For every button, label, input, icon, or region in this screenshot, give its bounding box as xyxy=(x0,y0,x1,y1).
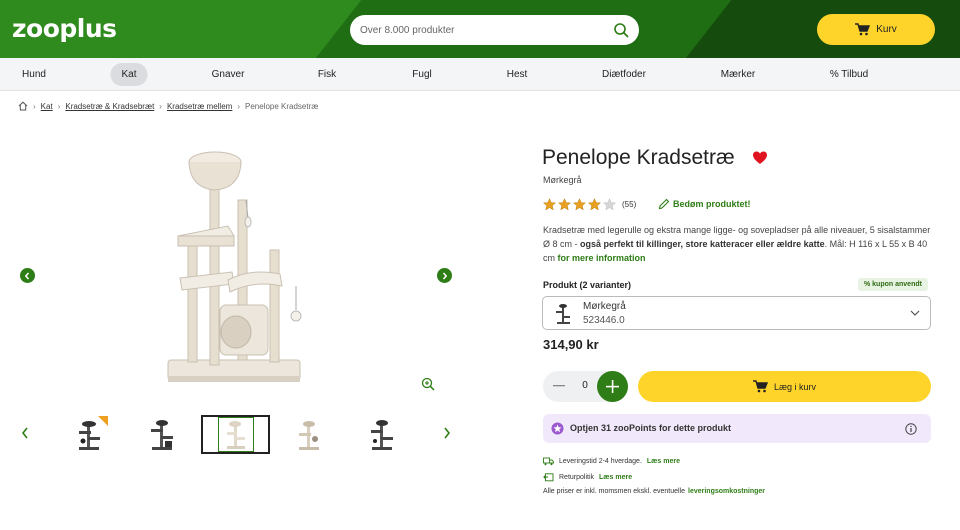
cart-icon xyxy=(752,380,768,393)
nav-item-fisk[interactable]: Fisk xyxy=(307,63,347,86)
chevron-left-icon xyxy=(24,271,30,280)
nav-item-gnaver[interactable]: Gnaver xyxy=(201,63,256,86)
chevron-down-icon xyxy=(910,310,920,316)
quantity-increase-button[interactable] xyxy=(597,371,628,402)
quantity-decrease-button[interactable] xyxy=(552,379,566,393)
nav-item-hund[interactable]: Hund xyxy=(11,63,57,86)
zoopoints-icon xyxy=(551,422,564,435)
chevron-right-icon: › xyxy=(159,101,162,111)
chevron-right-icon xyxy=(442,271,448,280)
star-empty-icon xyxy=(603,198,616,211)
truck-icon xyxy=(543,457,554,466)
add-to-cart-label: Læg i kurv xyxy=(773,381,817,392)
variant-name: Mørkegrå xyxy=(583,301,626,312)
heart-icon[interactable] xyxy=(752,150,768,166)
rating-stars[interactable] xyxy=(543,198,616,211)
breadcrumb-kradsetrae-mellem[interactable]: Kradsetræ mellem xyxy=(167,102,232,111)
rate-product-link[interactable]: Bedøm produktet! xyxy=(658,198,751,210)
search-input[interactable] xyxy=(360,15,600,45)
shipping-text: Leveringstid 2-4 hverdage. xyxy=(559,458,642,465)
thumbnails-next-icon[interactable] xyxy=(442,426,452,440)
nav-item-tilbud[interactable]: % Tilbud xyxy=(819,63,879,86)
thumbnail-1[interactable] xyxy=(70,416,108,454)
review-count[interactable]: (55) xyxy=(622,200,636,209)
gallery-prev-button[interactable] xyxy=(20,268,35,283)
variant-label: Produkt (2 varianter) xyxy=(543,280,632,290)
return-read-more-link[interactable]: Læs mere xyxy=(599,474,632,481)
product-image[interactable] xyxy=(150,140,320,400)
shipping-info: Leveringstid 2-4 hverdage. Læs mere xyxy=(543,457,680,466)
search-bar[interactable] xyxy=(350,15,639,45)
thumbnail-selected-frame xyxy=(217,417,254,452)
breadcrumb-current: Penelope Kradsetræ xyxy=(245,101,319,111)
chevron-right-icon: › xyxy=(33,101,36,111)
delivery-costs-link[interactable]: leveringsomkostninger xyxy=(688,488,765,495)
search-icon[interactable] xyxy=(613,22,629,38)
plus-icon xyxy=(606,380,619,393)
product-title: Penelope Kradsetræ xyxy=(542,146,735,169)
nav-item-kat[interactable]: Kat xyxy=(110,63,148,86)
thumbnail-image xyxy=(371,420,393,450)
pencil-icon xyxy=(658,198,670,210)
zoopoints-banner: Optjen 31 zooPoints for dette produkt xyxy=(543,414,931,443)
chevron-right-icon: › xyxy=(57,101,61,111)
rate-product-label: Bedøm produktet! xyxy=(673,199,751,209)
return-text: Returpolitik xyxy=(559,474,595,481)
variant-number: 523446.0 xyxy=(583,315,625,326)
zoom-icon[interactable] xyxy=(421,377,435,391)
cart-icon xyxy=(855,23,871,36)
more-info-link[interactable]: for mere information xyxy=(558,253,646,263)
thumbnail-badge xyxy=(98,416,108,426)
product-variant-subtitle: Mørkegrå xyxy=(543,175,582,185)
thumbnail-image xyxy=(226,420,245,449)
breadcrumb-kat[interactable]: Kat xyxy=(41,102,53,111)
site-header: zooplus Kurv xyxy=(0,0,960,58)
thumbnail-image xyxy=(151,420,173,450)
breadcrumb-kradsetrae-kradsebraet[interactable]: Kradsetræ & Kradsebræt xyxy=(65,102,154,111)
home-icon[interactable] xyxy=(18,101,28,111)
variant-thumbnail xyxy=(556,304,570,324)
prices-text: Alle priser er inkl. momsmen ekskl. even… xyxy=(543,488,685,495)
gallery-next-button[interactable] xyxy=(437,268,452,283)
star-icon xyxy=(543,198,556,211)
variant-dropdown[interactable]: Mørkegrå 523446.0 xyxy=(542,296,931,330)
star-icon xyxy=(573,198,586,211)
description-highlight: også perfekt til killinger, store katter… xyxy=(580,239,825,249)
nav-item-diaetfoder[interactable]: Diætfoder xyxy=(591,63,657,86)
thumbnail-2[interactable] xyxy=(143,416,181,454)
nav-item-hest[interactable]: Hest xyxy=(496,63,539,86)
star-icon xyxy=(558,198,571,211)
cart-button[interactable]: Kurv xyxy=(817,14,935,45)
category-nav: Hund Kat Gnaver Fisk Fugl Hest Diætfoder… xyxy=(0,58,960,91)
nav-item-fugl[interactable]: Fugl xyxy=(401,63,442,86)
coupon-badge: % kupon anvendt xyxy=(858,278,928,291)
chevron-right-icon: › xyxy=(237,101,240,111)
thumbnail-5[interactable] xyxy=(363,416,401,454)
quantity-value[interactable]: 0 xyxy=(578,380,592,391)
nav-item-maerker[interactable]: Mærker xyxy=(710,63,766,86)
breadcrumb: › Kat › Kradsetræ & Kradsebræt › Kradset… xyxy=(18,101,318,111)
minus-icon xyxy=(553,385,565,387)
product-description: Kradsetræ med legerulle og ekstra mange … xyxy=(543,223,933,265)
add-to-cart-button[interactable]: Læg i kurv xyxy=(638,371,931,402)
info-icon[interactable] xyxy=(905,423,917,435)
zooplus-logo[interactable]: zooplus xyxy=(12,14,117,43)
shipping-read-more-link[interactable]: Læs mere xyxy=(647,458,680,465)
thumbnail-4[interactable] xyxy=(290,416,328,454)
zoopoints-text: Optjen 31 zooPoints for dette produkt xyxy=(570,423,732,433)
return-info: Returpolitik Læs mere xyxy=(543,473,632,482)
return-icon xyxy=(543,473,554,482)
thumbnail-image xyxy=(299,421,319,450)
cart-label: Kurv xyxy=(876,24,897,35)
thumbnail-3-selected[interactable] xyxy=(201,415,270,454)
star-icon xyxy=(588,198,601,211)
thumbnails-prev-icon[interactable] xyxy=(20,426,30,440)
prices-info: Alle priser er inkl. momsmen ekskl. even… xyxy=(543,488,765,495)
product-price: 314,90 kr xyxy=(543,337,599,352)
